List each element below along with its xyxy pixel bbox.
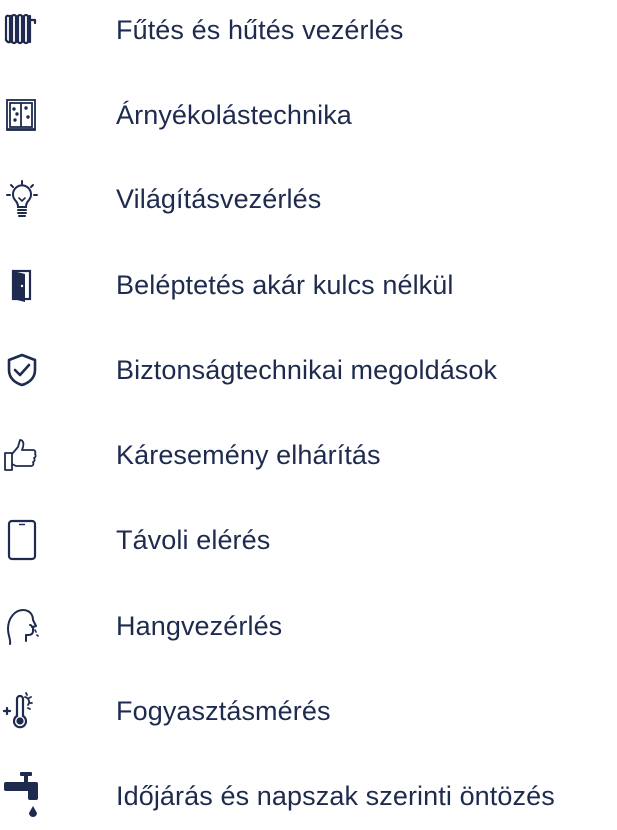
voice-head-icon xyxy=(0,601,44,651)
radiator-icon xyxy=(0,5,44,55)
thumbs-up-icon xyxy=(0,430,44,480)
feature-label: Hangvezérlés xyxy=(116,611,283,641)
list-item-heating: Fűtés és hűtés vezérlés xyxy=(0,0,617,60)
light-bulb-icon xyxy=(0,174,44,224)
feature-label: Beléptetés akár kulcs nélkül xyxy=(116,270,454,300)
list-item-lighting: Világításvezérlés xyxy=(0,169,617,229)
list-item-access: Beléptetés akár kulcs nélkül xyxy=(0,255,617,315)
list-item-irrigation: Időjárás és napszak szerinti öntözés xyxy=(0,766,617,826)
feature-label: Világításvezérlés xyxy=(116,184,322,214)
shield-check-icon xyxy=(0,345,44,395)
tablet-icon xyxy=(0,515,44,565)
feature-label: Árnyékolástechnika xyxy=(116,100,352,130)
list-item-shading: Árnyékolástechnika xyxy=(0,85,617,145)
feature-list: Fűtés és hűtés vezérlés Árnyékolástechni… xyxy=(0,0,617,830)
list-item-incident: Káresemény elhárítás xyxy=(0,425,617,485)
feature-label: Időjárás és napszak szerinti öntözés xyxy=(116,781,555,811)
feature-label: Fogyasztásmérés xyxy=(116,696,331,726)
feature-label: Káresemény elhárítás xyxy=(116,440,381,470)
window-shutter-icon xyxy=(0,90,44,140)
feature-label: Biztonságtechnikai megoldások xyxy=(116,355,498,385)
water-tap-icon xyxy=(0,771,44,821)
door-icon xyxy=(0,260,44,310)
list-item-metering: Fogyasztásmérés xyxy=(0,681,617,741)
list-item-remote: Távoli elérés xyxy=(0,510,617,570)
feature-label: Távoli elérés xyxy=(116,525,271,555)
thermometer-icon xyxy=(0,686,44,736)
list-item-voice: Hangvezérlés xyxy=(0,596,617,656)
list-item-security: Biztonságtechnikai megoldások xyxy=(0,340,617,400)
feature-label: Fűtés és hűtés vezérlés xyxy=(116,15,404,45)
